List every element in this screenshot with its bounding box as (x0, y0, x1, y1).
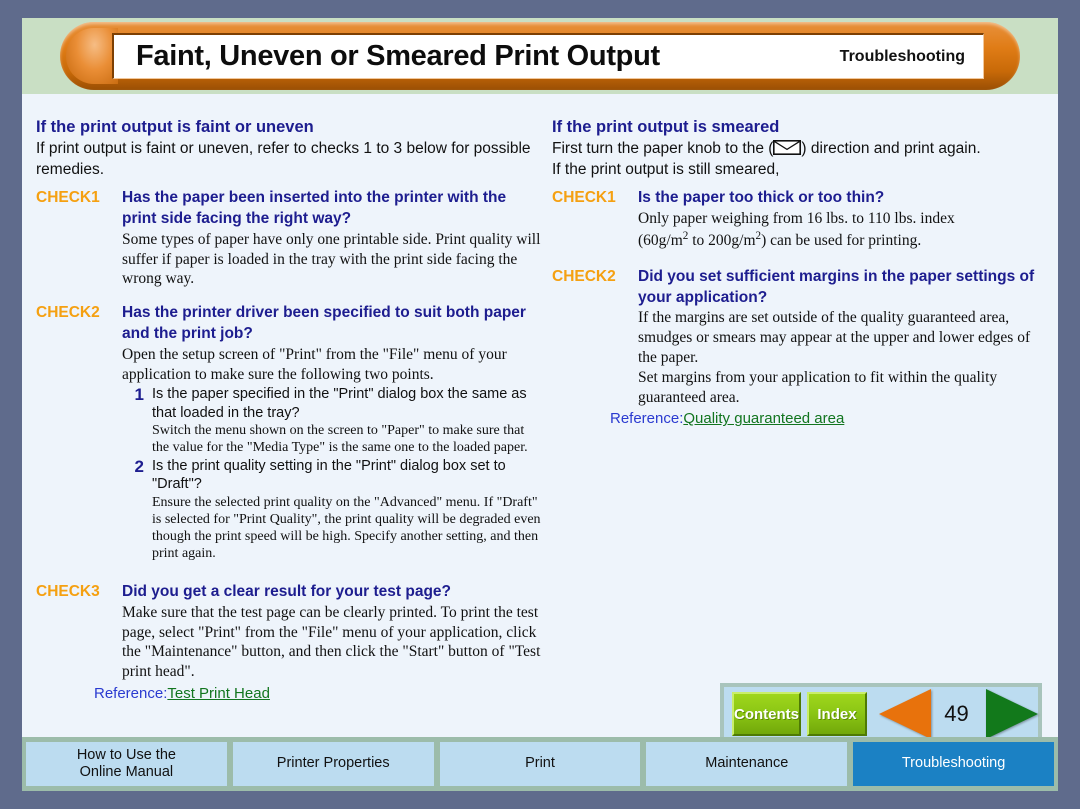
check-block-1: CHECK1 Has the paper been inserted into … (36, 188, 544, 289)
check-tag: CHECK2 (36, 304, 100, 322)
title-capsule: Faint, Uneven or Smeared Print Output Tr… (60, 22, 1020, 90)
check-tag: CHECK2 (552, 267, 616, 285)
check-block-3: CHECK3 Did you get a clear result for yo… (36, 582, 544, 682)
check-description: Open the setup screen of "Print" from th… (122, 345, 507, 383)
page-content: If the print output is faint or uneven I… (22, 94, 1058, 745)
item-number: 2 (134, 457, 144, 477)
check-question: Did you get a clear result for your test… (122, 582, 452, 600)
right-intro-line2: If the print output is still smeared, (552, 160, 780, 178)
item-number: 1 (134, 385, 144, 405)
intro-before-icon: First turn the paper knob to the ( (552, 140, 774, 158)
check-description-2: Set margins from your application to fit… (638, 368, 998, 406)
check-description-line1: Only paper weighing from 16 lbs. to 110 … (638, 209, 955, 227)
reference-label: Reference: (94, 684, 168, 702)
page-title: Faint, Uneven or Smeared Print Output (136, 40, 660, 72)
item-question: Is the paper specified in the "Print" di… (152, 386, 527, 421)
check-body: Is the paper too thick or too thin? Only… (638, 188, 1052, 251)
title-bar: Faint, Uneven or Smeared Print Output Tr… (112, 33, 984, 79)
item-question: Is the print quality setting in the "Pri… (152, 458, 506, 493)
tab-printer-properties[interactable]: Printer Properties (232, 742, 434, 786)
numbered-item-1: 1 Is the paper specified in the "Print" … (122, 385, 544, 456)
reference-line: Reference:Quality guaranteed area (552, 410, 1052, 427)
check-body: Did you get a clear result for your test… (122, 582, 544, 682)
reference-link-quality-guaranteed-area[interactable]: Quality guaranteed area (683, 410, 844, 427)
right-check-block-1: CHECK1 Is the paper too thick or too thi… (552, 188, 1052, 251)
right-column: If the print output is smeared First tur… (552, 116, 1052, 427)
numbered-item-2: 2 Is the print quality setting in the "P… (122, 457, 544, 562)
check-block-2: CHECK2 Has the printer driver been speci… (36, 303, 544, 562)
check-tag: CHECK1 (552, 189, 616, 207)
tab-troubleshooting[interactable]: Troubleshooting (853, 742, 1054, 786)
manual-page: Faint, Uneven or Smeared Print Output Tr… (22, 18, 1058, 791)
section-label: Troubleshooting (839, 47, 965, 65)
reference-line: Reference:Test Print Head (36, 685, 544, 702)
weight-metric-c: ) can be used for printing. (761, 231, 922, 249)
reference-link-test-print-head[interactable]: Test Print Head (167, 685, 270, 702)
check-question: Has the printer driver been specified to… (122, 304, 526, 342)
right-check-block-2: CHECK2 Did you set sufficient margins in… (552, 267, 1052, 408)
check-question: Did you set sufficient margins in the pa… (638, 267, 1035, 306)
check-body: Did you set sufficient margins in the pa… (638, 267, 1052, 408)
item-body: Is the paper specified in the "Print" di… (152, 385, 544, 456)
contents-button[interactable]: Contents (732, 692, 801, 736)
navigation-panel: Contents Index 49 (720, 683, 1042, 745)
tab-how-to-use-the-online-manual[interactable]: How to Use the Online Manual (26, 742, 227, 786)
check-tag: CHECK1 (36, 189, 100, 207)
left-column: If the print output is faint or uneven I… (36, 116, 544, 702)
weight-metric-b: to 200g/m (688, 231, 756, 249)
next-page-arrow-icon[interactable] (986, 689, 1038, 739)
check-description-line2: (60g/m2 to 200g/m2) can be used for prin… (638, 229, 1052, 251)
item-body: Is the print quality setting in the "Pri… (152, 457, 544, 562)
check-question: Has the paper been inserted into the pri… (122, 189, 507, 227)
left-intro-text: If print output is faint or uneven, refe… (36, 140, 531, 178)
item-description: Switch the menu shown on the screen to "… (152, 422, 528, 455)
reference-label: Reference: (610, 410, 684, 428)
intro-after-icon: ) direction and print again. (801, 140, 981, 158)
item-description: Ensure the selected print quality on the… (152, 494, 541, 561)
weight-metric-a: (60g/m (638, 231, 683, 249)
tab-maintenance[interactable]: Maintenance (646, 742, 848, 786)
right-intro-text: First turn the paper knob to the ( ) dire… (552, 139, 1052, 159)
check-description: Make sure that the test page can be clea… (122, 603, 541, 681)
page-number: 49 (944, 701, 969, 726)
check-body: Has the printer driver been specified to… (122, 303, 544, 562)
index-button[interactable]: Index (807, 692, 867, 736)
previous-page-arrow-icon[interactable] (878, 689, 931, 739)
tab-print[interactable]: Print (439, 742, 641, 786)
envelope-icon (773, 140, 802, 156)
navigation-row: Contents Index 49 (724, 687, 1038, 741)
check-description-1: If the margins are set outside of the qu… (638, 309, 1031, 366)
left-section-heading: If the print output is faint or uneven (36, 118, 314, 136)
bottom-tab-bar: How to Use the Online Manual Printer Prop… (22, 737, 1058, 791)
check-description: Some types of paper have only one printa… (122, 230, 541, 288)
page-header-band: Faint, Uneven or Smeared Print Output Tr… (22, 18, 1058, 94)
check-tag: CHECK3 (36, 582, 100, 600)
check-body: Has the paper been inserted into the pri… (122, 188, 544, 289)
right-section-heading: If the print output is smeared (552, 118, 780, 136)
check-question: Is the paper too thick or too thin? (638, 189, 885, 207)
